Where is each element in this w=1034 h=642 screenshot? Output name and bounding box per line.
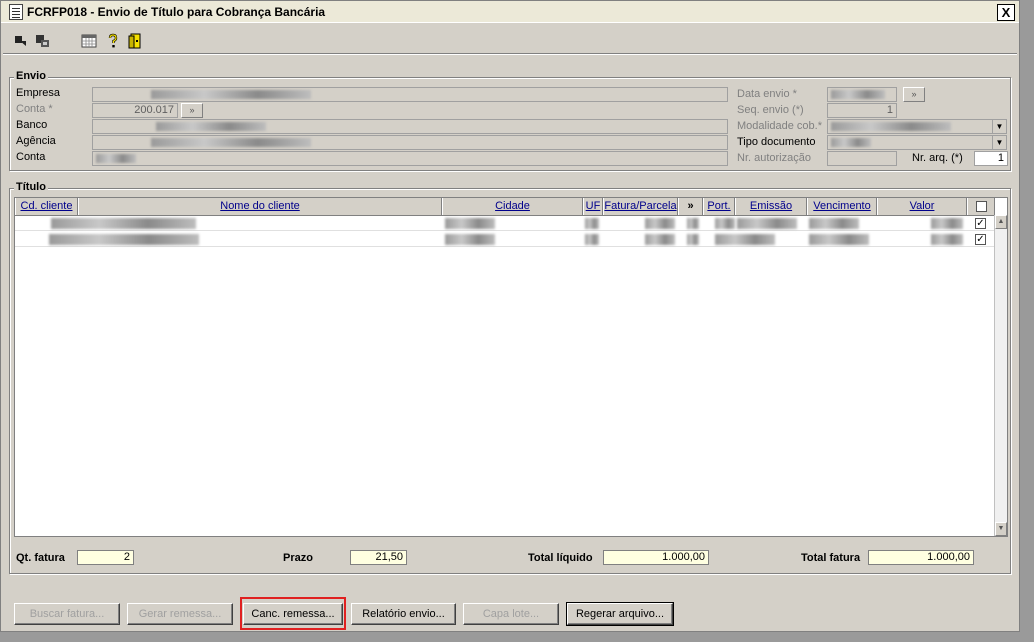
tipo-documento-select[interactable]: ▼ [827,135,1007,150]
buscar-fatura-button[interactable]: Buscar fatura... [14,603,120,625]
grid-scrollbar[interactable]: ▲ ▼ [994,215,1007,536]
scroll-up-icon[interactable]: ▲ [995,215,1007,229]
col-expand[interactable]: » [678,198,703,215]
col-vencimento[interactable]: Vencimento [807,198,877,215]
prazo-label: Prazo [283,552,313,564]
col-fatura-parcela[interactable]: Fatura/Parcela [603,198,678,215]
background-strip-bottom [0,632,1034,642]
banco-label: Banco [16,119,48,131]
chevron-down-icon[interactable]: ▼ [992,136,1006,149]
col-select-all[interactable] [967,198,995,215]
nr-arq-label: Nr. arq. (*) [912,152,963,164]
conta-label: Conta [16,151,46,163]
empresa-field[interactable] [92,87,728,102]
seq-envio-field[interactable]: 1 [827,103,897,118]
gerar-remessa-button[interactable]: Gerar remessa... [127,603,233,625]
titulo-grid[interactable]: Cd. cliente Nome do cliente Cidade UF Fa… [14,197,1008,537]
conta-star-field[interactable]: 200.017 [92,103,178,118]
col-emissao[interactable]: Emissão [735,198,807,215]
conta-star-label: Conta * [16,103,53,115]
col-nome-cliente[interactable]: Nome do cliente [78,198,442,215]
row-checkbox[interactable]: ✓ [975,218,986,229]
grid-header: Cd. cliente Nome do cliente Cidade UF Fa… [15,198,995,216]
col-cd-cliente[interactable]: Cd. cliente [15,198,78,215]
nr-autorizacao-label: Nr. autorização [737,152,811,164]
copy-icon[interactable] [35,33,51,49]
background-strip [1020,0,1034,642]
table-row[interactable]: ✓ [15,216,995,231]
relatorio-envio-button[interactable]: Relatório envio... [351,603,456,625]
capa-lote-button[interactable]: Capa lote... [463,603,559,625]
nr-autorizacao-field[interactable] [827,151,897,166]
select-all-checkbox[interactable] [976,201,987,212]
modalidade-label: Modalidade cob.* [737,120,823,132]
toolbar [1,29,1019,51]
conta-lookup-button[interactable]: » [181,103,203,118]
scroll-down-icon[interactable]: ▼ [995,522,1007,536]
conta-field[interactable] [92,151,728,166]
modalidade-select[interactable]: ▼ [827,119,1007,134]
help-icon[interactable] [105,33,121,49]
total-liquido-field[interactable]: 1.000,00 [603,550,709,565]
forward-icon[interactable] [13,33,29,49]
empresa-label: Empresa [16,87,61,99]
tipo-documento-label: Tipo documento [737,136,816,148]
regerar-arquivo-button[interactable]: Regerar arquivo... [566,602,674,626]
row-checkbox[interactable]: ✓ [975,234,986,245]
total-fatura-label: Total fatura [801,552,861,564]
data-envio-lookup-button[interactable]: » [903,87,925,102]
document-icon [9,3,23,20]
table-row[interactable]: ✓ [15,232,995,247]
col-port[interactable]: Port. [703,198,735,215]
nr-arq-field[interactable]: 1 [974,151,1008,166]
envio-group-title: Envio [14,70,48,82]
prazo-field[interactable]: 21,50 [350,550,407,565]
total-liquido-label: Total líquido [528,552,593,564]
banco-field[interactable] [92,119,728,134]
data-envio-field[interactable] [827,87,897,102]
title-bar: FCRFP018 - Envio de Título para Cobrança… [1,1,1019,23]
main-window: FCRFP018 - Envio de Título para Cobrança… [0,0,1020,632]
qt-fatura-label: Qt. fatura [16,552,65,564]
titulo-group-title: Título [14,181,48,193]
col-valor[interactable]: Valor [877,198,967,215]
toolbar-divider [3,53,1017,55]
window-title: FCRFP018 - Envio de Título para Cobrança… [27,4,326,19]
qt-fatura-field[interactable]: 2 [77,550,134,565]
col-uf[interactable]: UF [583,198,603,215]
agencia-label: Agência [16,135,56,147]
chevron-down-icon[interactable]: ▼ [992,120,1006,133]
seq-envio-label: Seq. envio (*) [737,104,804,116]
exit-icon[interactable] [127,33,143,49]
total-fatura-field[interactable]: 1.000,00 [868,550,974,565]
col-cidade[interactable]: Cidade [442,198,583,215]
agencia-field[interactable] [92,135,728,150]
data-envio-label: Data envio * [737,88,797,100]
highlight-box [240,597,346,630]
close-button[interactable]: X [997,4,1015,21]
calendar-icon[interactable] [81,33,97,49]
